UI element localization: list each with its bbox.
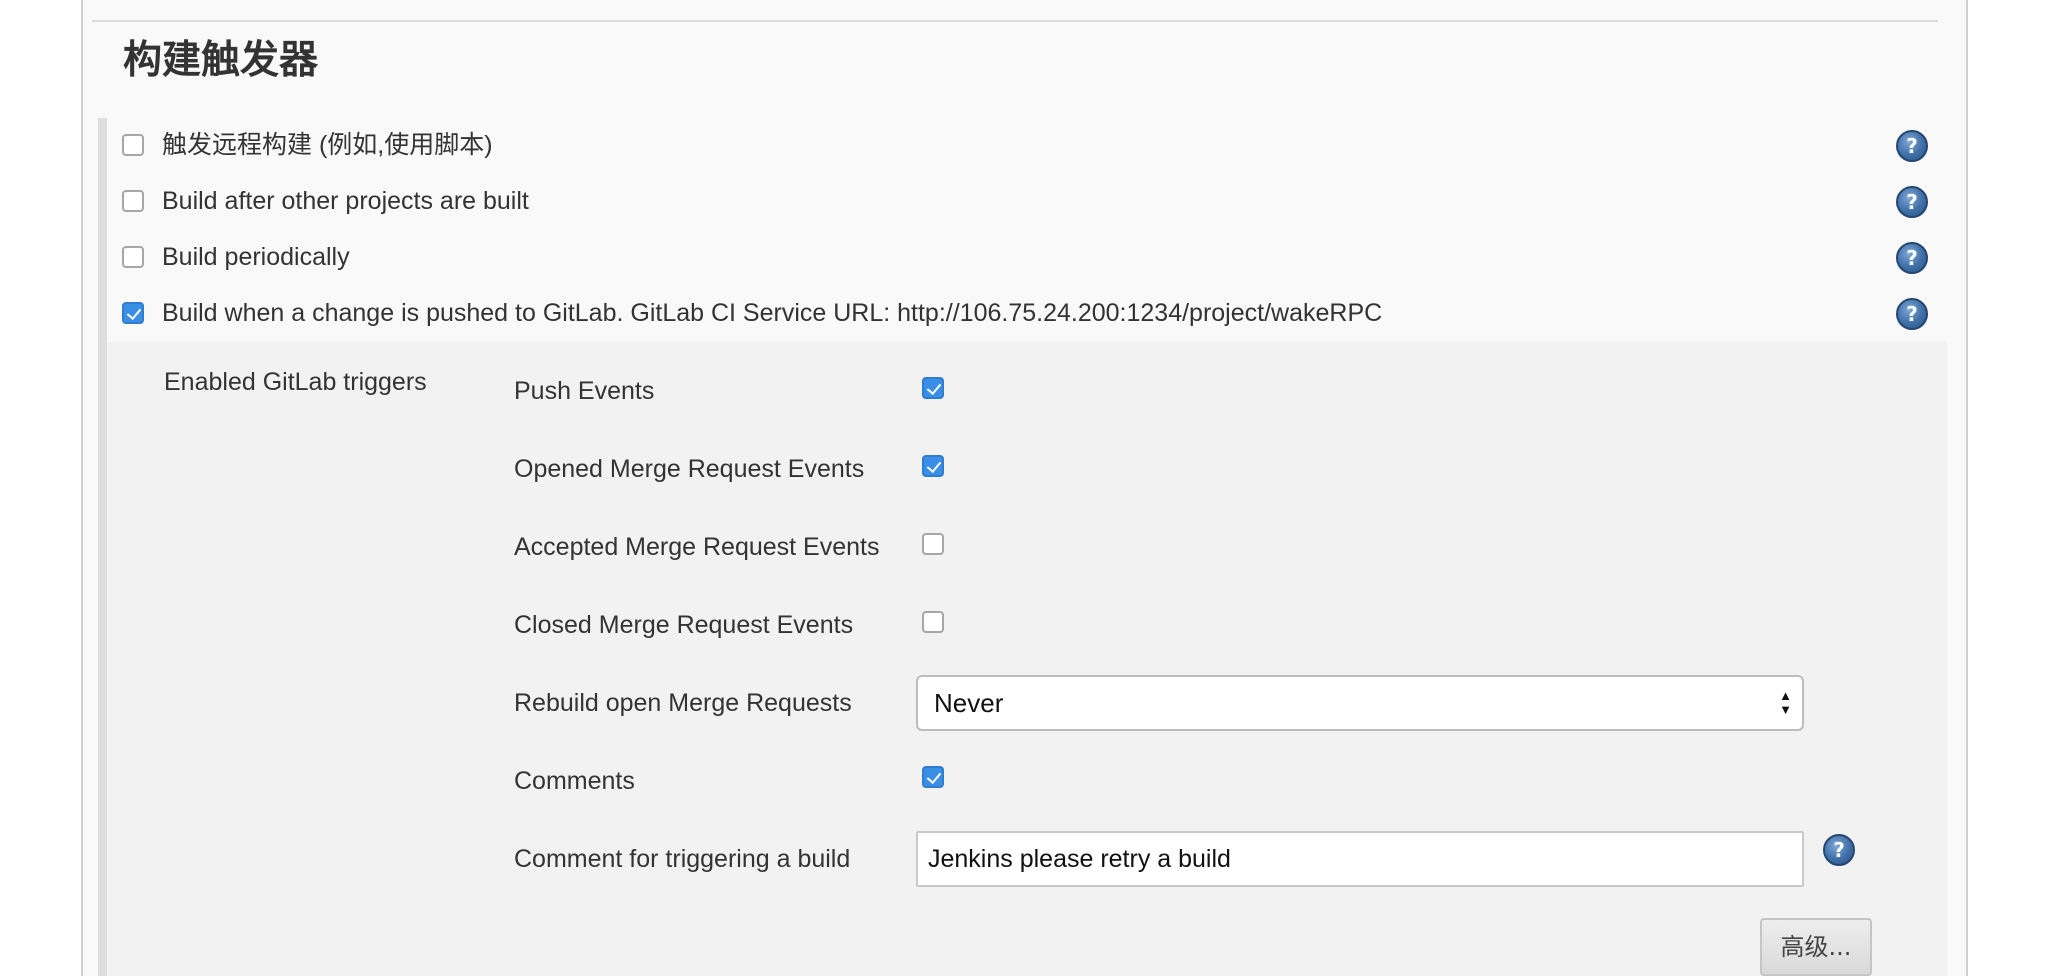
- comment-trigger-label: Comment for triggering a build: [514, 845, 851, 873]
- section-title: 构建触发器: [123, 39, 319, 82]
- accepted-mr-events-label: Accepted Merge Request Events: [514, 533, 880, 561]
- comments-label: Comments: [514, 767, 635, 795]
- trigger-gitlab-push-label: Build when a change is pushed to GitLab.…: [162, 299, 1383, 327]
- comment-trigger-input[interactable]: [916, 831, 1804, 887]
- trigger-remote-build-label: 触发远程构建 (例如,使用脚本): [162, 131, 493, 159]
- accepted-mr-events-checkbox[interactable]: [922, 533, 944, 555]
- select-arrows-icon: ▲ ▼: [1779, 688, 1792, 717]
- rebuild-open-mr-select[interactable]: Never ▲ ▼: [916, 675, 1804, 731]
- trigger-after-other-projects[interactable]: Build after other projects are built ?: [122, 179, 1942, 223]
- trigger-gitlab-push-checkbox[interactable]: [122, 302, 144, 324]
- trigger-gitlab-push[interactable]: Build when a change is pushed to GitLab.…: [122, 291, 1942, 335]
- help-icon[interactable]: ?: [1823, 834, 1855, 866]
- help-icon[interactable]: ?: [1896, 242, 1928, 274]
- rebuild-open-mr-label: Rebuild open Merge Requests: [514, 689, 852, 717]
- advanced-button[interactable]: 高级...: [1760, 918, 1872, 976]
- trigger-after-other-projects-label: Build after other projects are built: [162, 187, 529, 215]
- rebuild-open-mr-value: Never: [934, 688, 1004, 718]
- opened-mr-events-label: Opened Merge Request Events: [514, 455, 865, 483]
- section-indent-bar: [98, 118, 107, 976]
- trigger-remote-build-checkbox[interactable]: [122, 134, 144, 156]
- trigger-build-periodically[interactable]: Build periodically ?: [122, 235, 1942, 279]
- opened-mr-events-checkbox[interactable]: [922, 455, 944, 477]
- trigger-remote-build[interactable]: 触发远程构建 (例如,使用脚本) ?: [122, 123, 1942, 167]
- comments-checkbox[interactable]: [922, 766, 944, 788]
- help-icon[interactable]: ?: [1896, 130, 1928, 162]
- trigger-build-periodically-label: Build periodically: [162, 243, 350, 271]
- section-divider: [92, 20, 1938, 22]
- trigger-build-periodically-checkbox[interactable]: [122, 246, 144, 268]
- closed-mr-events-label: Closed Merge Request Events: [514, 611, 854, 639]
- help-icon[interactable]: ?: [1896, 298, 1928, 330]
- trigger-after-other-projects-checkbox[interactable]: [122, 190, 144, 212]
- enabled-gitlab-triggers-label: Enabled GitLab triggers: [164, 368, 427, 396]
- help-icon[interactable]: ?: [1896, 186, 1928, 218]
- push-events-checkbox[interactable]: [922, 377, 944, 399]
- closed-mr-events-checkbox[interactable]: [922, 611, 944, 633]
- push-events-label: Push Events: [514, 377, 655, 405]
